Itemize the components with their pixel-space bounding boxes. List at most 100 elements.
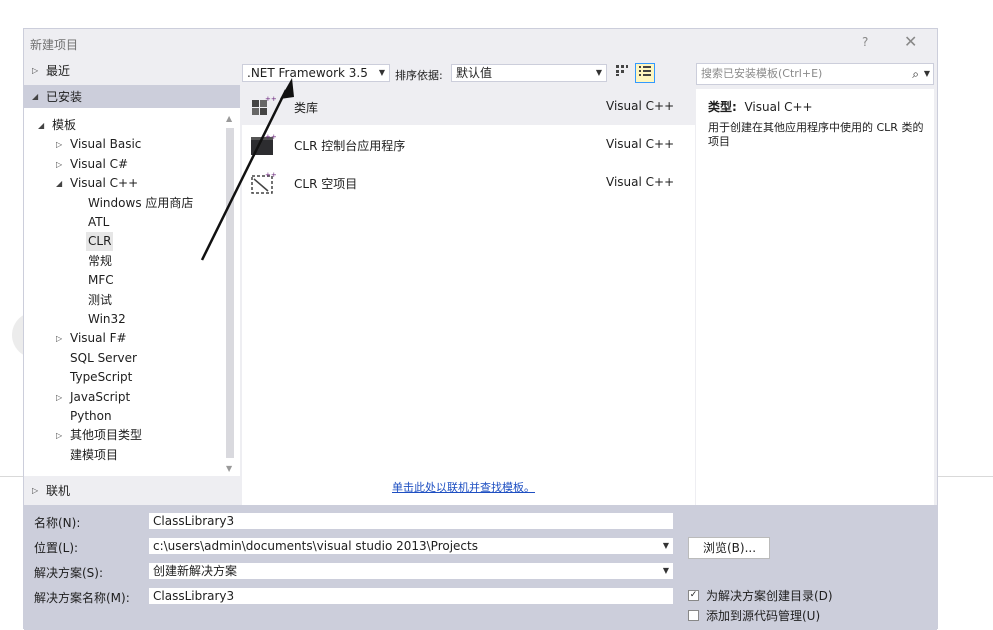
tree-item-label: 常规 [88, 253, 113, 268]
tree-item[interactable]: 测试 [88, 291, 112, 310]
expand-triangle-icon[interactable]: ▷ [56, 388, 62, 407]
search-placeholder: 搜索已安装模板(Ctrl+E) [701, 67, 823, 80]
expand-triangle-icon[interactable]: ▷ [56, 329, 62, 348]
tree-item[interactable]: TypeScript [70, 368, 132, 387]
tree-item-label: ATL [88, 215, 110, 229]
sort-select-value: 默认值 [456, 66, 493, 80]
template-name: 类库 [294, 101, 319, 115]
checkbox-box[interactable] [688, 610, 699, 621]
template-language: Visual C++ [606, 99, 675, 113]
solution-label: 解决方案(S): [34, 566, 104, 580]
location-label: 位置(L): [34, 541, 79, 555]
chevron-down-icon: ▼ [378, 68, 385, 77]
tree-item[interactable]: ▷ Visual Basic [56, 135, 142, 154]
tree-item[interactable]: 建模项目 [70, 446, 118, 465]
empty-project-icon: ++ [251, 171, 276, 194]
help-button[interactable]: ? [862, 35, 868, 49]
template-type-label: 类型: [708, 100, 737, 114]
chevron-down-icon: ▼ [662, 541, 669, 550]
tree-item-label: Windows 应用商店 [88, 195, 194, 210]
tree-item[interactable]: CLR [86, 232, 114, 252]
template-row-class-library[interactable]: ++ 类库 Visual C++ [242, 89, 695, 125]
chevron-down-icon[interactable]: ▼ [924, 64, 930, 84]
tree-item-label: MFC [88, 273, 114, 288]
solution-name-input[interactable]: ClassLibrary3 [148, 587, 674, 605]
chevron-down-icon: ▼ [662, 566, 669, 575]
tree-item[interactable]: ▷ Visual C# [56, 155, 129, 174]
checkbox-box[interactable]: ✓ [688, 590, 699, 601]
tree-item[interactable]: Python [70, 407, 112, 426]
tree-item[interactable]: MFC [88, 271, 114, 290]
template-type: 类型: Visual C++ [708, 98, 813, 115]
template-info-panel: 类型: Visual C++ 用于创建在其他应用程序中使用的 CLR 类的项目 [696, 89, 934, 505]
section-recent-label: 最近 [46, 64, 71, 78]
tree-item[interactable]: ▷ 其他项目类型 [56, 426, 143, 445]
expand-triangle-icon[interactable]: ▷ [56, 426, 62, 445]
expand-triangle-icon: ▷ [32, 66, 39, 75]
grid-view-button[interactable] [612, 63, 632, 83]
location-select[interactable]: c:\users\admin\documents\visual studio 2… [148, 537, 674, 555]
tree-item-label: Win32 [88, 312, 126, 326]
sort-label: 排序依据: [395, 69, 443, 82]
tree-item-label: Visual C# [70, 156, 129, 171]
template-description: 用于创建在其他应用程序中使用的 CLR 类的项目 [708, 121, 924, 148]
tree-item-label: 建模项目 [70, 447, 119, 462]
title-bar: 新建项目 ? ✕ [24, 29, 937, 59]
tree-item-label: 其他项目类型 [70, 428, 143, 443]
source-control-label: 添加到源代码管理(U) [706, 609, 821, 623]
list-view-button[interactable] [635, 63, 655, 83]
template-name: CLR 空项目 [294, 177, 358, 191]
template-language: Visual C++ [606, 175, 675, 189]
tree-item[interactable]: 常规 [88, 252, 112, 271]
sort-select[interactable]: 默认值 ▼ [451, 64, 607, 82]
tree-item[interactable]: ATL [88, 213, 109, 232]
tree-item-label: TypeScript [70, 370, 133, 385]
framework-select[interactable]: .NET Framework 3.5 ▼ [242, 64, 390, 82]
tree-item[interactable]: SQL Server [70, 349, 137, 368]
dialog-title: 新建项目 [30, 38, 79, 52]
collapse-triangle-icon[interactable]: ◢ [38, 116, 44, 135]
section-recent[interactable]: ▷ 最近 [24, 59, 240, 83]
location-value: c:\users\admin\documents\visual studio 2… [153, 539, 478, 553]
tree-item[interactable]: Win32 [88, 310, 126, 329]
svg-text:++: ++ [265, 133, 276, 141]
browse-button[interactable]: 浏览(B)... [688, 537, 770, 559]
tree-item-label: CLR [88, 234, 112, 249]
online-templates-link[interactable]: 单击此处以联机并查找模板。 [392, 479, 535, 495]
framework-select-value: .NET Framework 3.5 [247, 66, 368, 80]
solution-value: 创建新解决方案 [153, 564, 238, 578]
chevron-down-icon: ▼ [595, 68, 602, 77]
tree-item-label: 测试 [88, 292, 113, 307]
template-row-clr-empty[interactable]: ++ CLR 空项目 Visual C++ [242, 165, 695, 201]
search-icon[interactable]: ⌕ [912, 64, 919, 84]
tree-item[interactable]: Windows 应用商店 [88, 194, 193, 213]
tree-item[interactable]: ▷ JavaScript [56, 388, 130, 407]
solution-select[interactable]: 创建新解决方案 ▼ [148, 562, 674, 580]
search-templates-input[interactable]: 搜索已安装模板(Ctrl+E) ⌕ ▼ [696, 63, 934, 85]
tree-item[interactable]: ◢ 模板 [38, 116, 76, 135]
svg-text:++: ++ [265, 171, 276, 179]
section-installed-label: 已安装 [46, 90, 83, 104]
close-button[interactable]: ✕ [904, 32, 917, 51]
name-label: 名称(N): [34, 516, 81, 530]
template-type-value: Visual C++ [744, 100, 813, 114]
tree-scrollbar[interactable]: ▲ ▼ [226, 114, 234, 474]
template-row-clr-console[interactable]: ++ CLR 控制台应用程序 Visual C++ [242, 127, 695, 163]
tree-item[interactable]: ◢ Visual C++ [56, 174, 139, 193]
solution-name-label: 解决方案名称(M): [34, 591, 130, 605]
expand-triangle-icon[interactable]: ▷ [56, 135, 62, 154]
template-tree: ◢ 模板 ▷ Visual Basic ▷ Visual C# ◢ Visual C++ Win… [24, 108, 240, 476]
tree-item[interactable]: ▷ Visual F# [56, 329, 127, 348]
section-online[interactable]: ▷ 联机 [24, 477, 240, 505]
section-installed[interactable]: ◢ 已安装 [24, 85, 240, 109]
scroll-thumb[interactable] [226, 128, 234, 458]
template-name: CLR 控制台应用程序 [294, 139, 406, 153]
expand-triangle-icon[interactable]: ▷ [56, 155, 62, 174]
scroll-down-icon[interactable]: ▼ [226, 464, 232, 473]
project-name-input[interactable]: ClassLibrary3 [148, 512, 674, 530]
collapse-triangle-icon[interactable]: ◢ [56, 174, 62, 193]
tree-item-label: Visual C++ [70, 176, 139, 191]
create-directory-label: 为解决方案创建目录(D) [706, 589, 833, 603]
scroll-up-icon[interactable]: ▲ [226, 114, 232, 123]
tree-item-label: Visual Basic [70, 137, 142, 152]
